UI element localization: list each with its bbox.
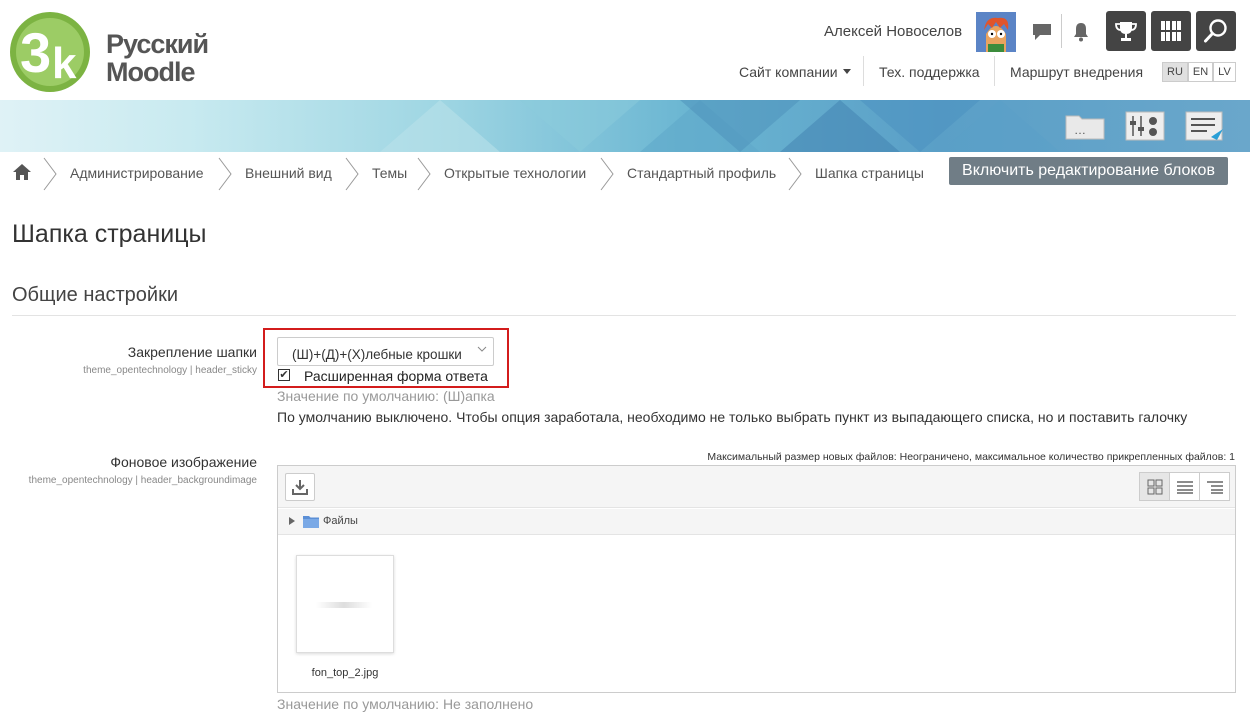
sticky-select-value: (Ш)+(Д)+(Х)лебные крошки (292, 347, 462, 362)
search-button[interactable] (1196, 11, 1236, 51)
banner-pattern (380, 100, 1060, 152)
nav-company-label: Сайт компании (739, 64, 838, 80)
nav-support[interactable]: Тех. поддержка (879, 62, 980, 82)
breadcrumb-item-profile[interactable]: Стандартный профиль (627, 165, 776, 181)
user-name[interactable]: Алексей Новоселов (824, 23, 962, 40)
image-preview (316, 602, 372, 608)
breadcrumb-item-current: Шапка страницы (815, 165, 924, 181)
avatar-image (976, 12, 1016, 52)
extended-answer-checkbox[interactable]: ✔ (278, 369, 290, 381)
home-icon[interactable] (12, 163, 32, 184)
lang-en[interactable]: EN (1187, 62, 1214, 82)
breadcrumb-item-themes[interactable]: Темы (372, 165, 407, 181)
svg-text:…: … (1074, 123, 1086, 137)
breadcrumb-chevron (788, 157, 802, 191)
trophy-icon (1115, 22, 1137, 41)
file-manager-path: Файлы (278, 509, 1235, 535)
messages-icon[interactable] (1029, 16, 1055, 48)
folder-icon[interactable]: … (1065, 110, 1105, 142)
caret-down-icon (842, 69, 851, 74)
view-icons-button[interactable] (1139, 472, 1170, 501)
language-switcher: RU EN LV (1162, 62, 1236, 82)
sticky-select[interactable]: (Ш)+(Д)+(Х)лебные крошки (277, 337, 494, 366)
section-title: Общие настройки (12, 284, 178, 306)
breadcrumb-chevron (218, 157, 232, 191)
folder-icon (303, 516, 319, 528)
breadcrumb-item-appearance[interactable]: Внешний вид (245, 165, 332, 181)
logo-line-2: Moodle (106, 57, 196, 87)
breadcrumb-item-admin[interactable]: Администрирование (70, 165, 204, 181)
file-manager: Файлы fon_top_2.jpg (277, 465, 1236, 693)
svg-text:3: 3 (20, 21, 51, 84)
logo-3k-icon: 3 k (10, 12, 90, 92)
header-divider (1061, 14, 1062, 48)
trophy-button[interactable] (1106, 11, 1146, 51)
download-button[interactable] (285, 473, 315, 501)
view-tree-button[interactable] (1199, 472, 1230, 501)
list-send-icon[interactable] (1185, 110, 1225, 142)
avatar[interactable] (976, 12, 1016, 52)
background-setting-label: Фоновое изображение (110, 454, 257, 470)
breadcrumb-chevron (417, 157, 431, 191)
sticky-setting-label: Закрепление шапки (127, 344, 257, 360)
file-thumbnail[interactable] (296, 555, 394, 653)
tree-view-icon (1206, 480, 1223, 494)
site-logo[interactable]: 3 k Русский Moodle (10, 10, 220, 94)
logo-text: Русский Moodle (106, 29, 209, 87)
path-label[interactable]: Файлы (323, 515, 358, 527)
breadcrumb-chevron (600, 157, 614, 191)
lang-lv[interactable]: LV (1213, 62, 1236, 82)
breadcrumb-chevron (345, 157, 359, 191)
background-default-text: Значение по умолчанию: Не заполнено (277, 696, 534, 712)
chevron-down-icon (477, 346, 487, 352)
download-icon (292, 480, 308, 495)
extended-answer-label[interactable]: Расширенная форма ответа (304, 368, 488, 384)
sticky-default-text: Значение по умолчанию: (Ш)апка (277, 388, 495, 404)
lang-ru[interactable]: RU (1162, 62, 1188, 82)
apps-grid-button[interactable] (1151, 11, 1191, 51)
sticky-setting-key: theme_opentechnology | header_sticky (83, 365, 257, 376)
nav-route[interactable]: Маршрут внедрения (1010, 62, 1143, 82)
file-name[interactable]: fon_top_2.jpg (296, 667, 394, 679)
grid-view-icon (1147, 479, 1162, 494)
nav-divider (994, 56, 995, 86)
page-header: 3 k Русский Moodle Алексей Новоселов Сай… (0, 0, 1250, 100)
search-icon (1204, 19, 1227, 43)
svg-text:k: k (52, 39, 77, 88)
expand-triangle-icon[interactable] (289, 517, 295, 525)
section-divider (12, 315, 1236, 316)
breadcrumb-item-opentech[interactable]: Открытые технологии (444, 165, 586, 181)
sticky-description: По умолчанию выключено. Чтобы опция зара… (277, 409, 1188, 425)
breadcrumb-chevron (43, 157, 57, 191)
view-list-button[interactable] (1169, 472, 1200, 501)
file-manager-toolbar (278, 466, 1235, 508)
nav-divider (863, 56, 864, 86)
notifications-bell-icon[interactable] (1068, 16, 1094, 48)
max-size-info: Максимальный размер новых файлов: Неогра… (707, 451, 1235, 463)
logo-line-1: Русский (106, 29, 209, 59)
grid-icon (1161, 21, 1181, 41)
edit-blocks-button[interactable]: Включить редактирование блоков (949, 157, 1228, 185)
header-banner: … (0, 100, 1250, 152)
background-setting-key: theme_opentechnology | header_background… (28, 475, 257, 486)
nav-company[interactable]: Сайт компании (739, 62, 851, 82)
list-view-icon (1176, 480, 1193, 494)
view-switcher (1139, 472, 1230, 501)
settings-sliders-icon[interactable] (1125, 110, 1165, 142)
page-title: Шапка страницы (12, 220, 207, 248)
